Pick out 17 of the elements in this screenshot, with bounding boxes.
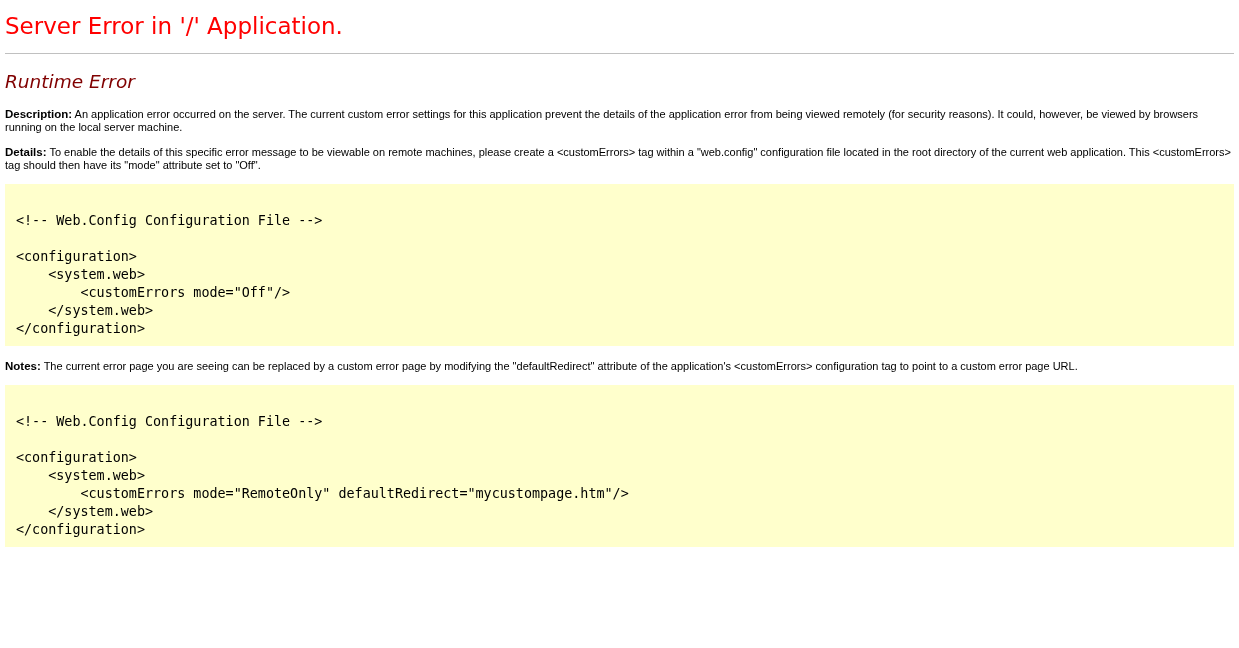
code-line: </system.web> [47,503,154,521]
code-line: </configuration> [16,521,145,539]
paragraph: Notes: The current error page you are seeing can be replaced by a custom error page by modifying the "defaultRedirect" attribute of the application's <customErrors> configuration tag to point to a custom error page URL. [5,360,1079,373]
error-heading: Runtime Error [5,70,137,94]
code-line: </configuration> [16,320,145,338]
code-line: <customErrors mode="RemoteOnly" defaultRedirect="mycustompage.htm"/> [79,485,629,503]
code-line: <system.web> [47,266,145,284]
code-comment: <!-- Web.Config Configuration File --> [16,212,323,230]
paragraph: Details: To enable the details of this specific error message to be viewable on remote machines, please create a <customErrors> tag within a "web.config" configuration file located in the root directory of the current web application. This <customErrors> tag should then have its "mode" attribute set to "Off". [5,146,1232,172]
page-title: Server Error in '/' Application. [5,12,344,40]
code-line: <customErrors mode="Off"/> [79,284,291,302]
code-comment: <!-- Web.Config Configuration File --> [16,413,323,431]
code-line: <configuration> [16,248,137,266]
code-line: <configuration> [16,449,137,467]
code-line: <system.web> [47,467,145,485]
paragraph: Description: An application error occurred on the server. The current custom error settings for this application prevent the details of the application error from being viewed remotely (for security reasons). It could, however, be viewed by browsers running on the local server machine. [5,108,1200,134]
code-line: </system.web> [47,302,154,320]
